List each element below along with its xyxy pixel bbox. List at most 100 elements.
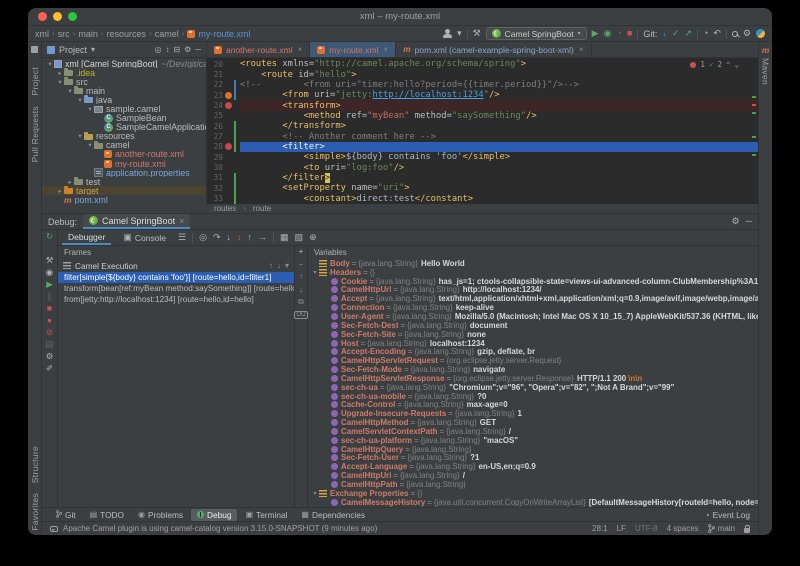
variable-row[interactable]: CamelHttpQuery={java.lang.String} [311,445,758,454]
editor-line[interactable]: 33 <constant>direct:test</constant> [207,193,758,203]
hide-panel-icon[interactable]: ─ [195,45,201,54]
breadcrumb-item[interactable]: xml [35,29,49,39]
variable-row[interactable]: Sec-Fetch-User={java.lang.String}?1 [311,454,758,463]
breakpoint-icon[interactable] [225,102,232,109]
move-watch-down-icon[interactable]: ↓ [299,285,303,294]
tab-console[interactable]: ▣Console [117,230,172,245]
variable-row[interactable]: ▾Headers={} [311,268,758,277]
hide-debug-panel-icon[interactable]: ─ [746,216,752,227]
stack-frame[interactable]: filter[simple{${body} contains 'foo'}] [… [58,272,294,283]
inspection-widget[interactable]: 1 ✓ 2 ⌃ ⌄ [687,60,742,69]
tree-row[interactable]: SampleCamelApplication [42,123,206,132]
caret-position[interactable]: 28:1 [592,524,608,533]
tree-row[interactable]: my-route.xml [42,159,206,168]
run-configuration-select[interactable]: Camel SpringBoot ▾ [486,27,587,40]
editor-line[interactable]: 30 <to uri="log:foo"/> [207,162,758,172]
build-hammer-icon[interactable]: ⚒ [473,29,481,38]
filter-frames-icon[interactable]: ▾ [285,261,289,270]
tree-arrow-icon[interactable]: ▸ [56,187,64,195]
locate-file-icon[interactable]: ◎ [154,45,161,54]
wrench-icon[interactable]: ⚒ [46,256,54,265]
debug-settings-gear-icon[interactable]: ⚙ [732,216,740,227]
zoom-window-button[interactable] [68,12,77,21]
evaluate-expression-icon[interactable]: ▨ [295,233,304,242]
breadcrumb-item[interactable]: src [58,29,70,39]
variable-row[interactable]: ▾Exchange Properties={} [311,489,758,498]
variable-row[interactable]: Sec-Fetch-Site={java.lang.String}none [311,330,758,339]
tree-row[interactable]: another-route.xml [42,150,206,159]
variable-row[interactable]: sec-ch-ua-platform={java.lang.String}"ma… [311,436,758,445]
debug-session-tab[interactable]: Camel SpringBoot × [83,214,190,229]
variable-row[interactable]: Upgrade-Insecure-Requests={java.lang.Str… [311,409,758,418]
tree-row[interactable]: ▾src [42,77,206,86]
tree-row[interactable]: mpom.xml [42,195,206,204]
git-update-icon[interactable]: ↓ [662,29,667,38]
scrollbar-markers[interactable] [751,58,758,204]
editor-line[interactable]: 27 <!-- Another comment here --> [207,131,758,141]
editor-tab[interactable]: another-route.xml× [207,42,310,57]
rerun-debug-icon[interactable]: ↻ [46,232,53,241]
tree-row[interactable]: ▸test [42,177,206,186]
store-configuration-icon[interactable]: ◌ [47,244,52,253]
resume-program-icon[interactable]: ▶ [46,280,53,289]
close-window-button[interactable] [38,12,47,21]
editor-line[interactable]: 24 <transform> [207,100,758,110]
variable-row[interactable]: Sec-Fetch-Mode={java.lang.String}navigat… [311,365,758,374]
view-breakpoints-icon[interactable]: ▦ [280,233,289,242]
variable-row[interactable]: Accept={java.lang.String}text/html,appli… [311,294,758,303]
tree-row[interactable]: SampleBean [42,114,206,123]
git-branch-widget[interactable]: main [708,524,735,533]
variable-row[interactable]: User-Agent={java.lang.String}Mozilla/5.0… [311,312,758,321]
expand-arrow-icon[interactable]: ▾ [311,490,319,497]
code-editor[interactable]: 20<routes xmlns="http://camel.apache.org… [207,58,758,204]
stack-frame[interactable]: transform[bean[ref:myBean method:saySome… [58,283,294,294]
lock-icon[interactable] [744,528,750,533]
tool-window-button-todo[interactable]: ▤TODO [84,509,130,521]
layout-options-icon[interactable]: ☰ [178,233,186,242]
breakpoint-gutter[interactable] [223,143,234,150]
stop-button[interactable]: ■ [627,29,632,38]
tool-button-maven[interactable]: Maven [761,58,771,85]
tree-row[interactable]: ▾xml [Camel SpringBoot]~/Dev/git/camel-s… [42,59,206,68]
camel-gutter[interactable] [223,92,234,99]
user-dropdown-icon[interactable]: ▾ [457,29,462,38]
variable-row[interactable]: Cookie={java.lang.String}has_js=1; ctool… [311,277,758,286]
breadcrumb-item[interactable]: camel [155,29,179,39]
collapse-all-icon[interactable]: ⊟ [173,45,180,54]
breadcrumb-item[interactable]: main [78,29,98,39]
frame-down-icon[interactable]: ↓ [277,261,281,270]
line-ending[interactable]: LF [617,524,626,533]
tool-button-structure[interactable]: Structure [30,446,40,483]
editor-line[interactable]: 26 </transform> [207,121,758,131]
pause-program-icon[interactable]: ∥ [47,292,51,301]
history-icon[interactable]: ◔ [703,29,708,38]
tool-button-pull-requests[interactable]: Pull Requests [30,106,40,162]
editor-line[interactable]: 22<!-- <from uri="timer:hello?period={{t… [207,80,758,90]
run-button[interactable]: ▶ [592,29,599,38]
mute-breakpoints-icon[interactable]: ⊘ [46,328,53,337]
step-over-icon[interactable]: ↷ [213,233,221,242]
duplicate-watch-icon[interactable]: ⧉ [298,297,304,307]
close-tab-icon[interactable]: × [383,45,388,54]
tree-row[interactable]: ▾sample.camel [42,104,206,113]
next-issue-icon[interactable]: ⌄ [734,60,739,69]
remove-watch-icon[interactable]: − [299,260,304,269]
close-tab-icon[interactable]: × [579,45,584,54]
step-into-icon[interactable]: ↓ [227,233,232,242]
variable-row[interactable]: Accept-Language={java.lang.String}en-US,… [311,462,758,471]
file-encoding[interactable]: UTF-8 [635,524,658,533]
variable-row[interactable]: Body={java.lang.String}Hello World [311,259,758,268]
search-everywhere-icon[interactable] [732,31,738,37]
tool-window-button-terminal[interactable]: ▣Terminal [239,509,293,521]
editor-line[interactable]: 25 <method ref="myBean" method="saySomet… [207,111,758,121]
tool-window-button-git[interactable]: Git [50,509,82,521]
variable-row[interactable]: CamelHttpServletRequest={org.eclipse.jet… [311,356,758,365]
tool-button-project[interactable]: Project [30,67,40,96]
project-tool-icon[interactable] [31,46,38,53]
settings-gear-icon[interactable]: ⚙ [743,29,751,38]
event-log-button[interactable]: ◔Event Log [705,510,750,520]
tree-arrow-icon[interactable]: ▾ [86,105,94,113]
variable-row[interactable]: CamelMessageHistory={java.util.concurren… [311,498,758,507]
variable-row[interactable]: Accept-Encoding={java.lang.String}gzip, … [311,347,758,356]
tree-arrow-icon[interactable]: ▾ [66,87,74,95]
